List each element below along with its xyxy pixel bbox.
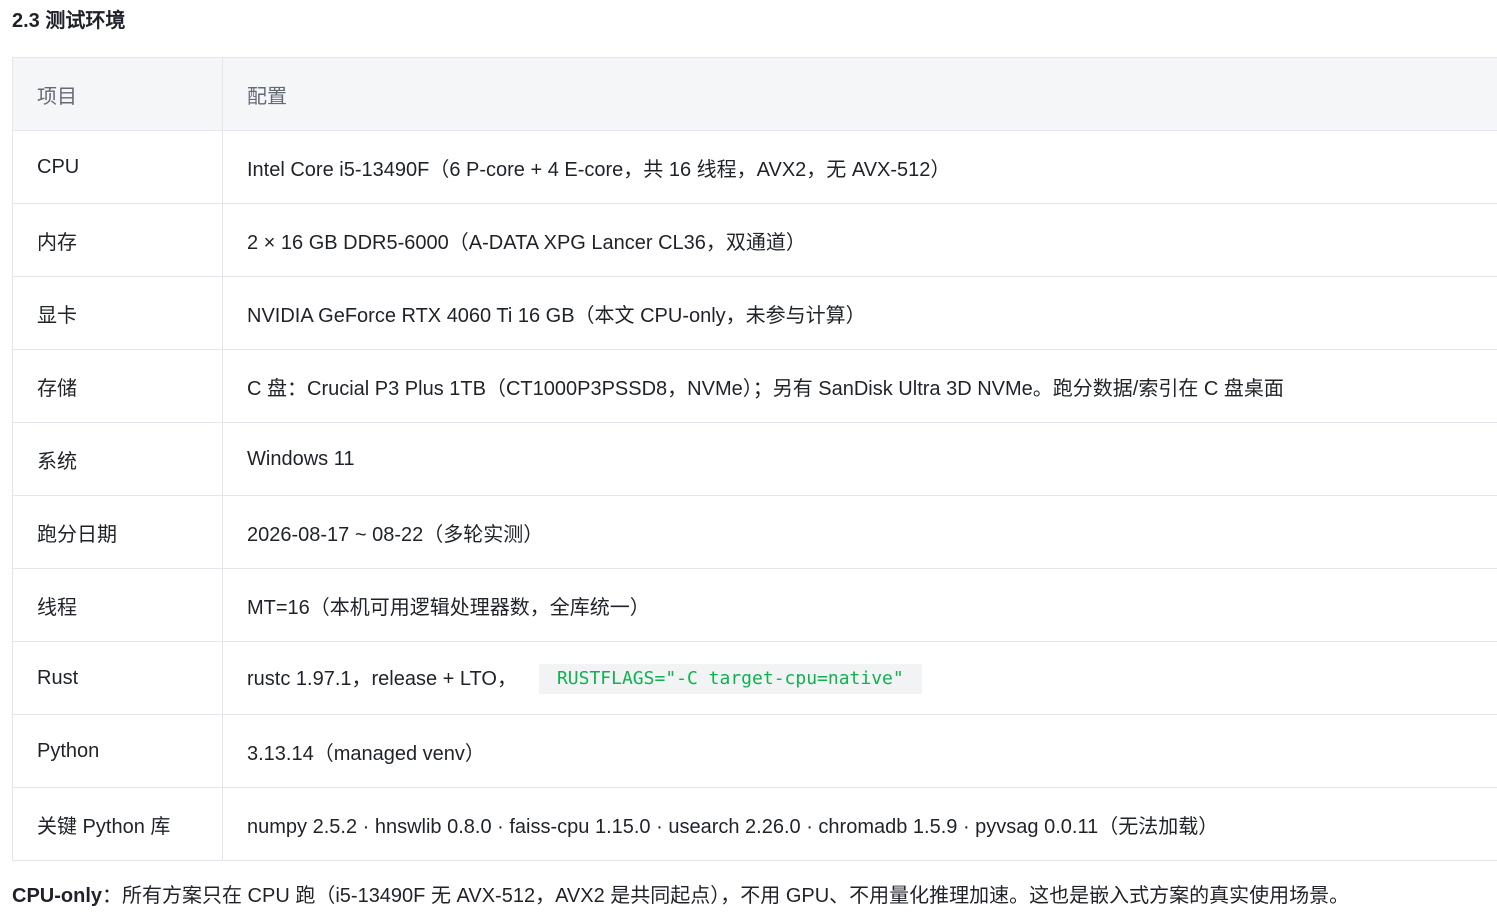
table-row: 系统 Windows 11 <box>12 422 1497 496</box>
row-config: rustc 1.97.1，release + LTO， <box>247 667 517 690</box>
row-config: MT=16（本机可用逻辑处理器数，全库统一） <box>222 568 1497 642</box>
row-config: 3.13.14（managed venv） <box>222 714 1497 788</box>
row-config: Intel Core i5-13490F（6 P-core + 4 E-core… <box>222 130 1497 204</box>
row-item: 存储 <box>12 349 223 423</box>
test-environment-table: 项目 配置 CPU Intel Core i5-13490F（6 P-core … <box>12 57 1497 861</box>
row-config: 2 × 16 GB DDR5-6000（A-DATA XPG Lancer CL… <box>222 203 1497 277</box>
row-item: Python <box>12 714 223 788</box>
table-row: Rust rustc 1.97.1，release + LTO， RUSTFLAG… <box>12 641 1497 715</box>
cpu-only-note: CPU-only：所有方案只在 CPU 跑（i5-13490F 无 AVX-51… <box>12 882 1349 910</box>
table-header-row: 项目 配置 <box>12 57 1497 131</box>
row-item: 线程 <box>12 568 223 642</box>
row-item: CPU <box>12 130 223 204</box>
row-item: Rust <box>12 641 223 715</box>
row-config: NVIDIA GeForce RTX 4060 Ti 16 GB（本文 CPU-… <box>222 276 1497 350</box>
row-config: numpy 2.5.2 · hnswlib 0.8.0 · faiss-cpu … <box>222 787 1497 861</box>
table-row: 存储 C 盘：Crucial P3 Plus 1TB（CT1000P3PSSD8… <box>12 349 1497 423</box>
table-row: 线程 MT=16（本机可用逻辑处理器数，全库统一） <box>12 568 1497 642</box>
row-item: 系统 <box>12 422 223 496</box>
table-row: Python 3.13.14（managed venv） <box>12 714 1497 788</box>
note-label: CPU-only <box>12 885 102 907</box>
note-text: ：所有方案只在 CPU 跑（i5-13490F 无 AVX-512，AVX2 是… <box>102 885 1350 907</box>
header-item: 项目 <box>12 57 223 131</box>
row-config: Windows 11 <box>222 422 1497 496</box>
row-config: 2026-08-17 ~ 08-22（多轮实测） <box>222 495 1497 569</box>
table-row: 跑分日期 2026-08-17 ~ 08-22（多轮实测） <box>12 495 1497 569</box>
row-config: C 盘：Crucial P3 Plus 1TB（CT1000P3PSSD8，NV… <box>222 349 1497 423</box>
row-item: 显卡 <box>12 276 223 350</box>
table-row: 显卡 NVIDIA GeForce RTX 4060 Ti 16 GB（本文 C… <box>12 276 1497 350</box>
table-row: CPU Intel Core i5-13490F（6 P-core + 4 E-… <box>12 130 1497 204</box>
section-title: 2.3 测试环境 <box>12 10 126 32</box>
header-config: 配置 <box>222 57 1497 131</box>
row-item: 跑分日期 <box>12 495 223 569</box>
table-row: 内存 2 × 16 GB DDR5-6000（A-DATA XPG Lancer… <box>12 203 1497 277</box>
row-config-with-code: rustc 1.97.1，release + LTO， RUSTFLAGS="-C… <box>222 641 1497 715</box>
inline-code: RUSTFLAGS="-C target-cpu=native" <box>538 664 922 695</box>
row-item: 内存 <box>12 203 223 277</box>
row-item: 关键 Python 库 <box>12 787 223 861</box>
table-row: 关键 Python 库 numpy 2.5.2 · hnswlib 0.8.0 … <box>12 787 1497 861</box>
